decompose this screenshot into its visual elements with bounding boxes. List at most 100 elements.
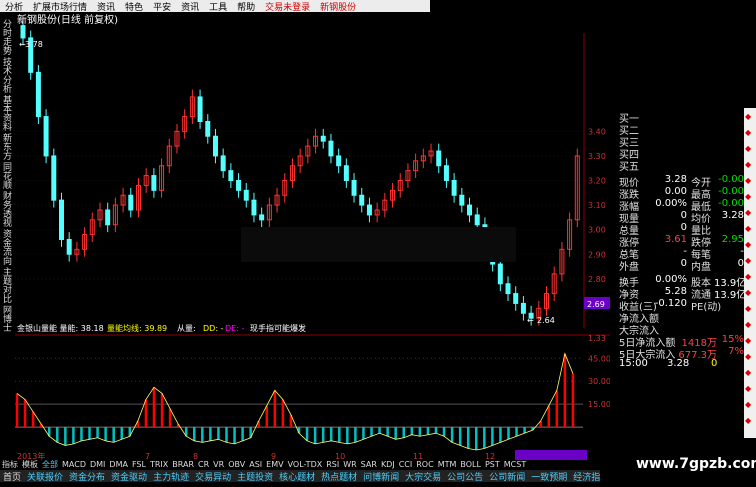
watermark-area: www.7gpzb.com <box>600 440 756 487</box>
indicator-tab[interactable]: VR <box>211 460 226 469</box>
bottom-tab[interactable]: 资金驱动 <box>108 470 150 483</box>
strip-marker-icon[interactable]: ◆ <box>745 208 751 217</box>
bottom-tab[interactable]: 主力轨迹 <box>150 470 192 483</box>
left-tab[interactable]: 技术分析 <box>1 59 14 95</box>
bottom-tab[interactable]: 问博新闻 <box>360 470 402 483</box>
strip-marker-icon[interactable]: ◆ <box>745 112 751 121</box>
strip-marker-icon[interactable]: ◆ <box>745 272 751 281</box>
strip-marker-icon[interactable]: ◆ <box>745 128 751 137</box>
quote-row: 收益(三) -0.120 PE(动) <box>619 298 722 313</box>
indicator-tab[interactable]: PST <box>483 460 502 469</box>
bottom-tab[interactable]: 主题投资 <box>234 470 276 483</box>
indicator-tab[interactable]: 全部 <box>40 459 60 470</box>
strip-marker-icon[interactable]: ◆ <box>745 192 751 201</box>
indicator-tab[interactable]: MTM <box>436 460 459 469</box>
indicator-tab[interactable]: 模板 <box>20 459 40 470</box>
menu-item[interactable]: 特色 <box>120 0 148 13</box>
strip-marker-icon[interactable]: ◆ <box>745 176 751 185</box>
indicator-tab[interactable]: 指标 <box>0 459 20 470</box>
strip-marker-icon[interactable]: ◆ <box>745 160 751 169</box>
strip-marker-icon[interactable]: ◆ <box>745 320 751 329</box>
candle-body <box>366 204 372 216</box>
strip-marker-icon[interactable]: ◆ <box>745 144 751 153</box>
left-tab[interactable]: 新东方 <box>1 135 14 162</box>
strip-marker-icon[interactable]: ◆ <box>745 288 751 297</box>
indicator-tab[interactable]: ROC <box>414 460 435 469</box>
menu-item[interactable]: 平安 <box>148 0 176 13</box>
flow-row: 5日大宗流入 677.3万 7% <box>619 346 744 361</box>
strip-marker-icon[interactable]: ◆ <box>745 336 751 345</box>
strip-marker-icon[interactable]: ◆ <box>745 224 751 233</box>
strip-marker-icon[interactable]: ◆ <box>745 304 751 313</box>
bottom-tab[interactable]: 大宗交易 <box>402 470 444 483</box>
bottom-tab[interactable]: 一致预期 <box>528 470 570 483</box>
indicator-tab[interactable]: DMI <box>88 460 107 469</box>
indicator-tab[interactable]: BOLL <box>458 460 483 469</box>
candle-body <box>259 214 265 221</box>
bottom-tab[interactable]: 公司公告 <box>444 470 486 483</box>
indicator-tab[interactable]: FSL <box>130 460 148 469</box>
strip-marker-icon[interactable]: ◆ <box>745 384 751 393</box>
left-tab[interactable]: 同花顺 <box>1 164 14 191</box>
flow-row: 5日净流入额 1418万 15% <box>619 334 744 349</box>
indicator-tab[interactable]: MCST <box>502 460 528 469</box>
flow-header: 净流入额 <box>619 314 659 325</box>
quote-row: 净资 5.28 流通 13.9亿 <box>619 286 747 301</box>
candle-body <box>320 135 326 142</box>
left-tab[interactable]: 基本资料 <box>1 97 14 133</box>
indicator-tab[interactable]: OBV <box>226 460 247 469</box>
candle-body <box>520 302 526 314</box>
bottom-tab-bar: 首页 关联报价 资金分布 资金驱动 主力轨迹 交易异动 主题投资 核心题材 热点题材 问博新闻 大宗… <box>0 470 672 483</box>
menu-item[interactable]: 分析 <box>0 0 28 13</box>
indicator-tab[interactable]: KDJ <box>379 460 397 469</box>
indicator-tab[interactable]: TRIX <box>148 460 170 469</box>
candle-body <box>243 189 249 201</box>
indicator-tab[interactable]: EMV <box>264 460 285 469</box>
strip-marker-icon[interactable]: ◆ <box>745 368 751 377</box>
bottom-tab[interactable]: 关联报价 <box>24 470 66 483</box>
bottom-tab[interactable]: 首页 <box>0 470 24 483</box>
candle-body <box>251 199 257 216</box>
bottom-tab[interactable]: 核心题材 <box>276 470 318 483</box>
left-tab[interactable]: 主题对比 <box>1 269 14 305</box>
left-tab[interactable]: 资金流向 <box>1 231 14 267</box>
watermark-text: www.7gpzb.com <box>636 456 756 472</box>
menu-item[interactable]: 资讯 <box>92 0 120 13</box>
indicator-tab[interactable]: ASI <box>247 460 264 469</box>
left-tab[interactable]: 网博士 <box>1 307 14 334</box>
indicator-tab[interactable]: MACD <box>60 460 88 469</box>
menu-item[interactable]: 帮助 <box>232 0 260 13</box>
strip-marker-icon[interactable]: ◆ <box>745 256 751 265</box>
candle-body <box>35 71 41 118</box>
indicator-tab[interactable]: SAR <box>359 460 379 469</box>
strip-marker-icon[interactable]: ◆ <box>745 416 751 425</box>
indicator-tab[interactable]: WR <box>341 460 358 469</box>
indicator-tab[interactable]: VOL-TDX <box>286 460 325 469</box>
candle-body <box>467 204 473 216</box>
indicator-tab[interactable]: RSI <box>324 460 341 469</box>
candle-body <box>336 155 342 167</box>
bottom-tab[interactable]: 交易异动 <box>192 470 234 483</box>
indicator-tab[interactable]: DMA <box>107 460 130 469</box>
strip-marker-icon[interactable]: ◆ <box>745 352 751 361</box>
indicator-note: 现手指可能爆发 <box>250 323 306 333</box>
menu-bar: 分析 扩展市场行情 资讯 特色 平安 资讯 工具 帮助 交易未登录 新钢股份 <box>0 0 430 13</box>
menu-item[interactable]: 工具 <box>204 0 232 13</box>
menu-item[interactable]: 扩展市场行情 <box>28 0 92 13</box>
bottom-tab[interactable]: 热点题材 <box>318 470 360 483</box>
menu-item[interactable]: 资讯 <box>176 0 204 13</box>
menu-status: 新钢股份 <box>320 2 357 13</box>
left-tab[interactable]: 财务透视 <box>1 193 14 229</box>
bottom-tab[interactable]: 资金分布 <box>66 470 108 483</box>
candle-body <box>58 199 64 241</box>
strip-marker-icon[interactable]: ◆ <box>745 240 751 249</box>
indicator-tab[interactable]: BRAR <box>170 460 196 469</box>
indicator-tab[interactable]: CCI <box>397 460 415 469</box>
left-tab[interactable]: 分时走势 <box>1 21 14 57</box>
bottom-tab[interactable]: 公司新闻 <box>486 470 528 483</box>
candle-body <box>128 194 134 211</box>
indicator-tab[interactable]: CR <box>196 460 211 469</box>
svg-text:←: ← <box>527 316 534 325</box>
quote-row: 涨停 3.61 跌停 2.95 <box>619 234 744 249</box>
strip-marker-icon[interactable]: ◆ <box>745 400 751 409</box>
